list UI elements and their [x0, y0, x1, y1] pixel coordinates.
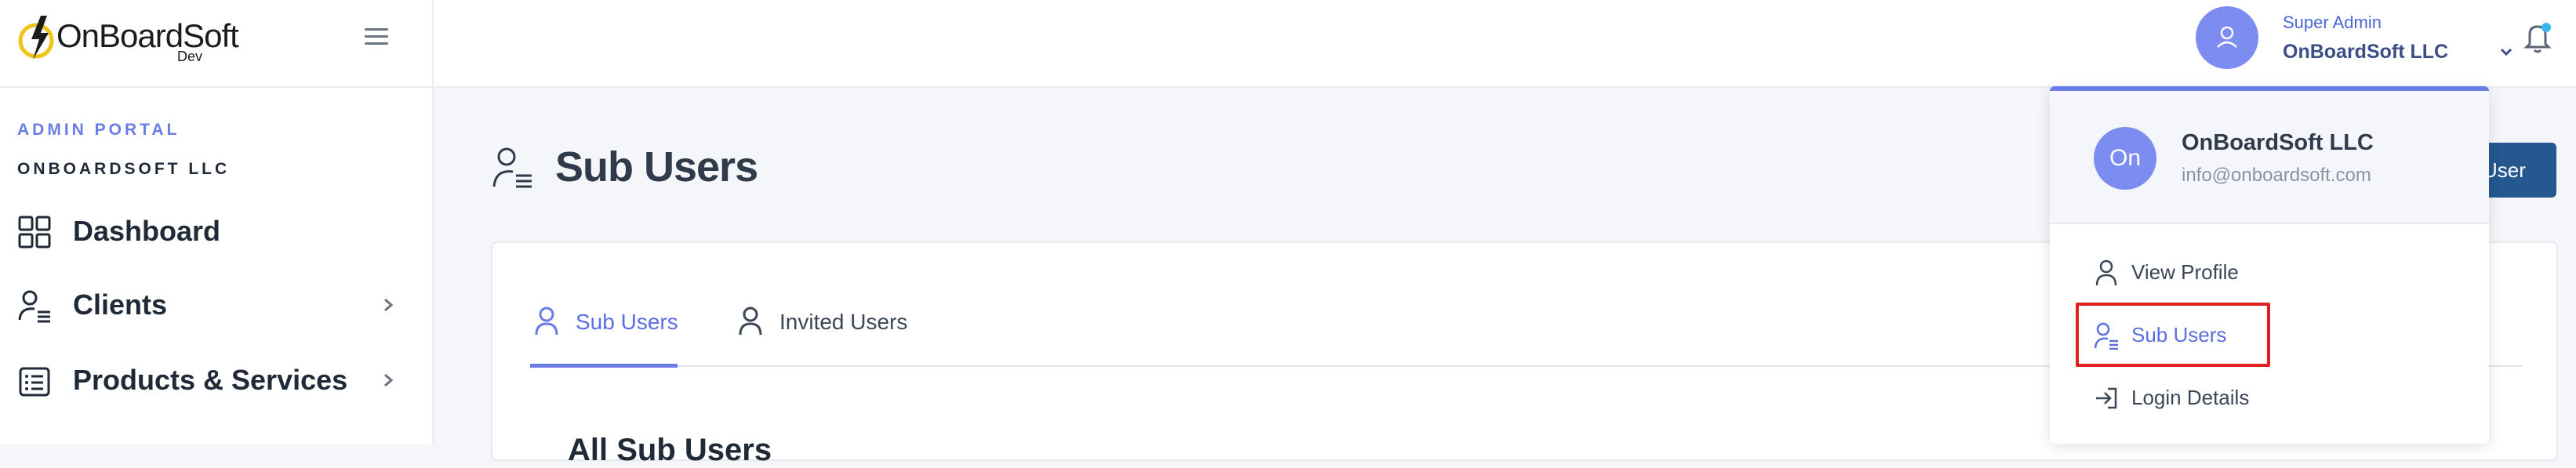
user-dropdown-menu: On OnBoardSoft LLC info@onboardsoft.com … [2050, 86, 2489, 444]
chevron-right-icon [384, 373, 394, 387]
menu-item-label: Login Details [2131, 386, 2250, 409]
dropdown-header: On OnBoardSoft LLC info@onboardsoft.com [2050, 91, 2489, 224]
logo-text: OnBoardSoft [56, 17, 239, 54]
tab-label: Invited Users [779, 310, 908, 334]
add-user-button-label: User [2483, 158, 2526, 182]
list-icon [19, 367, 50, 397]
user-icon [2095, 259, 2117, 286]
user-icon [535, 307, 558, 336]
menu-item-view-profile[interactable]: View Profile [2050, 245, 2489, 299]
user-avatar[interactable] [2196, 6, 2258, 69]
sidebar-item-clients[interactable]: Clients [0, 273, 434, 336]
user-role: Super Admin [2283, 13, 2382, 32]
user-company-menu[interactable]: OnBoardSoft LLC [2283, 41, 2448, 63]
sidebar-item-label: Clients [73, 288, 168, 321]
sidebar-item-dashboard[interactable]: Dashboard [0, 199, 434, 262]
sidebar-item-label: Dashboard [73, 215, 221, 247]
chevron-down-icon[interactable] [2498, 44, 2514, 60]
logo-env-label: Dev [177, 49, 203, 64]
notification-bell-icon[interactable] [2522, 20, 2553, 55]
brand-area: OnBoardSoft Dev [0, 0, 434, 88]
menu-item-label: View Profile [2131, 260, 2239, 284]
portal-label: ADMIN PORTAL [17, 121, 180, 139]
dropdown-avatar: On [2094, 127, 2156, 190]
top-bar: OnBoardSoft Dev Super Admin OnBoardSoft … [0, 0, 2576, 88]
user-icon [2217, 26, 2237, 48]
section-title: All Sub Users [568, 433, 772, 467]
dropdown-company: OnBoardSoft LLC [2182, 130, 2374, 155]
page-title: Sub Users [555, 143, 758, 190]
sidebar-item-products-services[interactable]: Products & Services [0, 348, 434, 411]
highlight-box [2076, 303, 2270, 367]
user-icon [739, 307, 762, 336]
menu-item-login-details[interactable]: Login Details [2050, 370, 2489, 425]
sub-users-icon [492, 147, 532, 188]
chevron-right-icon [384, 298, 394, 312]
sidebar: ADMIN PORTAL ONBOARDSOFT LLC Dashboard C… [0, 88, 434, 444]
logo-icon [18, 16, 54, 60]
login-icon [2096, 387, 2117, 409]
dropdown-email: info@onboardsoft.com [2182, 165, 2371, 186]
dashboard-grid-icon [18, 216, 51, 249]
tab-label: Sub Users [576, 310, 678, 334]
active-tab-indicator [530, 364, 678, 368]
portal-company: ONBOARDSOFT LLC [17, 160, 231, 178]
hamburger-menu-icon[interactable] [362, 24, 391, 49]
user-list-icon [18, 290, 50, 323]
sidebar-item-label: Products & Services [73, 364, 348, 396]
